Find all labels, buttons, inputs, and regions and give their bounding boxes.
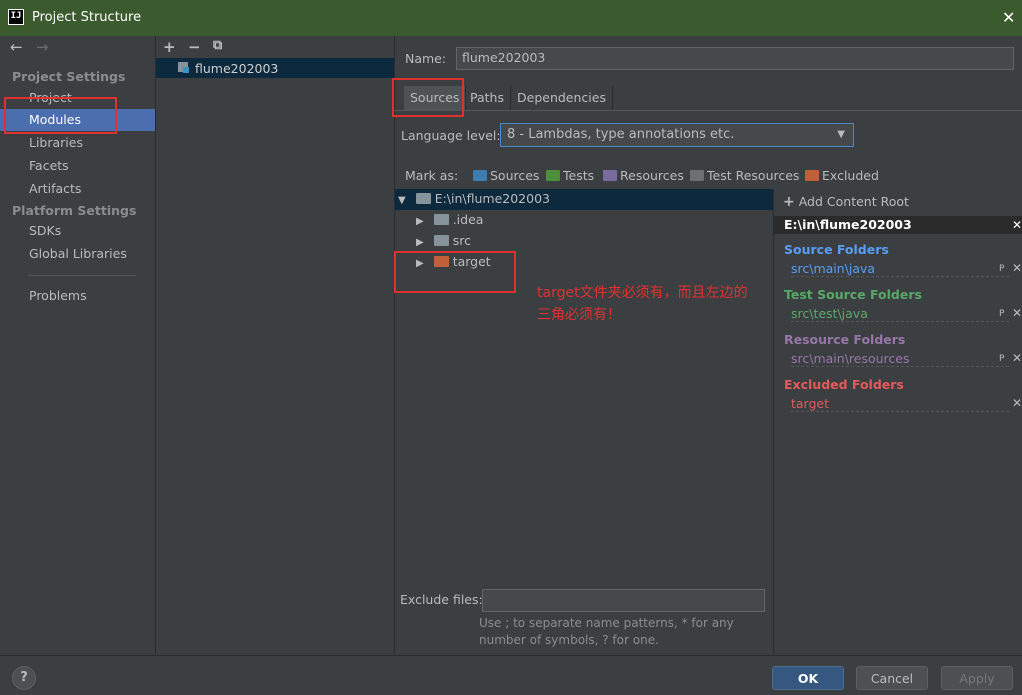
mark-resources-button[interactable]: Resources <box>603 168 684 183</box>
platform-settings-header: Platform Settings <box>12 203 137 218</box>
window-title: Project Structure <box>32 10 142 25</box>
module-icon <box>178 62 189 73</box>
forward-arrow-icon[interactable]: → <box>36 38 49 56</box>
cancel-button[interactable]: Cancel <box>856 666 928 690</box>
mark-tests-button[interactable]: Tests <box>546 168 594 183</box>
properties-icon[interactable]: P <box>999 309 1004 319</box>
intellij-logo-icon: IJ <box>8 9 24 25</box>
nav-item-libraries[interactable]: Libraries <box>0 132 155 154</box>
excluded-folder-path[interactable]: target <box>791 396 1009 412</box>
plus-icon: + <box>783 194 795 210</box>
ok-button[interactable]: OK <box>772 666 844 690</box>
tree-item-label: src <box>452 233 471 248</box>
mark-excluded-label: Excluded <box>822 168 879 183</box>
test-resources-folder-icon <box>690 170 704 181</box>
remove-folder-icon[interactable]: ✕ <box>1012 351 1022 365</box>
expanded-triangle-icon: ▼ <box>398 195 406 206</box>
collapsed-triangle-icon: ▶ <box>416 237 424 248</box>
language-level-value: 8 - Lambdas, type annotations etc. <box>507 127 735 142</box>
language-level-select[interactable]: 8 - Lambdas, type annotations etc. ▼ <box>500 123 854 147</box>
folder-icon <box>433 235 449 246</box>
add-content-root-label: Add Content Root <box>798 194 909 209</box>
exclude-files-hint-1: Use ; to separate name patterns, * for a… <box>479 616 734 630</box>
content-roots-panel <box>773 189 1022 654</box>
add-module-icon[interactable]: + <box>163 38 176 56</box>
remove-folder-icon[interactable]: ✕ <box>1012 261 1022 275</box>
mark-tests-label: Tests <box>563 168 595 183</box>
test-source-folder-path[interactable]: src\test\java <box>791 306 1009 322</box>
tests-folder-icon <box>546 170 560 181</box>
nav-divider <box>28 275 136 276</box>
content-root-header: E:\in\flume202003 <box>774 216 1022 234</box>
exclude-files-hint-2: number of symbols, ? for one. <box>479 633 659 647</box>
module-name[interactable]: flume202003 <box>195 61 278 76</box>
excluded-folder-icon <box>805 170 819 181</box>
mark-as-label: Mark as: <box>405 168 459 183</box>
mark-resources-label: Resources <box>620 168 684 183</box>
remove-root-icon[interactable]: ✕ <box>1012 218 1022 232</box>
resource-folder-path[interactable]: src\main\resources <box>791 351 1009 367</box>
nav-item-problems[interactable]: Problems <box>0 285 155 307</box>
properties-icon[interactable]: P <box>999 354 1004 364</box>
annotation-note-2: 三角必须有！ <box>537 307 621 323</box>
nav-item-facets[interactable]: Facets <box>0 155 155 177</box>
properties-icon[interactable]: P <box>999 264 1004 274</box>
mark-sources-label: Sources <box>490 168 540 183</box>
annotation-box-modules <box>4 97 117 134</box>
nav-item-artifacts[interactable]: Artifacts <box>0 178 155 200</box>
name-label: Name: <box>405 51 447 66</box>
content-root-path: E:\in\flume202003 <box>784 217 912 232</box>
tab-dependencies[interactable]: Dependencies <box>511 86 613 110</box>
resources-folder-icon <box>603 170 617 181</box>
close-icon[interactable]: ✕ <box>1002 8 1015 27</box>
tree-root-label: E:\in\flume202003 <box>434 191 550 206</box>
source-folder-path[interactable]: src\main\java <box>791 261 1009 277</box>
tab-underline <box>394 110 1022 111</box>
tree-row-root[interactable]: ▼ E:\in\flume202003 <box>398 189 550 209</box>
title-bar: IJ Project Structure ✕ <box>0 0 1022 37</box>
help-icon[interactable]: ? <box>12 666 36 690</box>
annotation-box-target <box>394 251 516 293</box>
sources-folder-icon <box>473 170 487 181</box>
collapsed-triangle-icon: ▶ <box>416 216 424 227</box>
folder-icon <box>433 214 449 225</box>
name-input[interactable]: flume202003 <box>456 47 1014 70</box>
nav-item-global-libraries[interactable]: Global Libraries <box>0 243 155 265</box>
exclude-files-input[interactable] <box>482 589 765 612</box>
mark-test-resources-label: Test Resources <box>707 168 800 183</box>
chevron-down-icon: ▼ <box>837 129 845 140</box>
tree-row-src[interactable]: ▶ src <box>416 231 471 251</box>
add-content-root-button[interactable]: + Add Content Root <box>783 194 909 210</box>
annotation-note-1: target文件夹必须有，而且左边的 <box>537 285 748 301</box>
nav-item-sdks[interactable]: SDKs <box>0 220 155 242</box>
back-arrow-icon[interactable]: ← <box>10 38 23 56</box>
remove-folder-icon[interactable]: ✕ <box>1012 396 1022 410</box>
test-source-folders-header: Test Source Folders <box>784 287 922 302</box>
mark-test-resources-button[interactable]: Test Resources <box>690 168 799 183</box>
exclude-files-label: Exclude files: <box>400 592 483 607</box>
excluded-folders-header: Excluded Folders <box>784 377 904 392</box>
source-folders-header: Source Folders <box>784 242 889 257</box>
mark-sources-button[interactable]: Sources <box>473 168 539 183</box>
copy-module-icon[interactable]: ⧉ <box>213 38 222 53</box>
tree-row-idea[interactable]: ▶ .idea <box>416 210 483 230</box>
module-list <box>156 36 395 654</box>
resource-folders-header: Resource Folders <box>784 332 906 347</box>
folder-icon <box>415 193 431 204</box>
mark-excluded-button[interactable]: Excluded <box>805 168 879 183</box>
remove-folder-icon[interactable]: ✕ <box>1012 306 1022 320</box>
apply-button[interactable]: Apply <box>941 666 1013 690</box>
remove-module-icon[interactable]: − <box>188 38 201 56</box>
tab-paths[interactable]: Paths <box>464 86 511 110</box>
language-level-label: Language level: <box>401 128 501 143</box>
tree-item-label: .idea <box>452 212 484 227</box>
project-settings-header: Project Settings <box>12 69 126 84</box>
annotation-box-sources-tab <box>392 78 464 117</box>
